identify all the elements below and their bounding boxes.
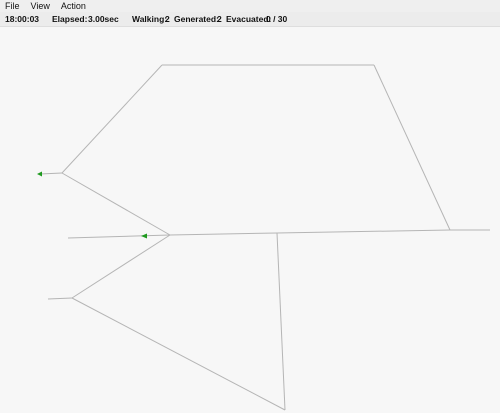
agent-arrow-icon <box>37 171 42 177</box>
road-link <box>67 234 171 239</box>
clock-time: 18:00:03 <box>5 14 40 24</box>
agent-arrow-icon <box>141 233 147 239</box>
menu-view[interactable]: View <box>26 0 56 12</box>
menu-action[interactable]: Action <box>56 0 92 12</box>
menu-bar: File View Action <box>0 0 500 12</box>
menu-file[interactable]: File <box>0 0 26 12</box>
road-link <box>61 172 171 236</box>
road-link <box>61 64 163 174</box>
simulation-window: File View Action 18:00:03 Elapsed: 3.00s… <box>0 0 500 413</box>
agent-marker[interactable] <box>141 233 147 239</box>
road-link <box>71 234 171 299</box>
status-bar: 18:00:03 Elapsed: 3.00sec Walking: 2 Gen… <box>0 12 500 27</box>
map-canvas[interactable] <box>0 27 500 413</box>
road-link <box>169 232 278 236</box>
road-link <box>47 297 73 300</box>
evacuated-count: 0 / 30 <box>266 14 288 24</box>
road-link <box>373 64 451 231</box>
road-link <box>71 297 286 411</box>
walking-count: 2 <box>165 14 170 24</box>
elapsed-label: Elapsed: <box>52 14 88 24</box>
network-svg <box>37 64 490 411</box>
road-link <box>276 232 286 411</box>
evacuated-label: Evacuated: <box>226 14 272 24</box>
generated-label: Generated: <box>174 14 219 24</box>
generated-count: 2 <box>217 14 222 24</box>
agent-marker[interactable] <box>37 171 42 177</box>
road-link <box>276 229 451 234</box>
road-link <box>39 172 63 175</box>
walking-label: Walking: <box>132 14 168 24</box>
elapsed-value: 3.00sec <box>88 14 119 24</box>
